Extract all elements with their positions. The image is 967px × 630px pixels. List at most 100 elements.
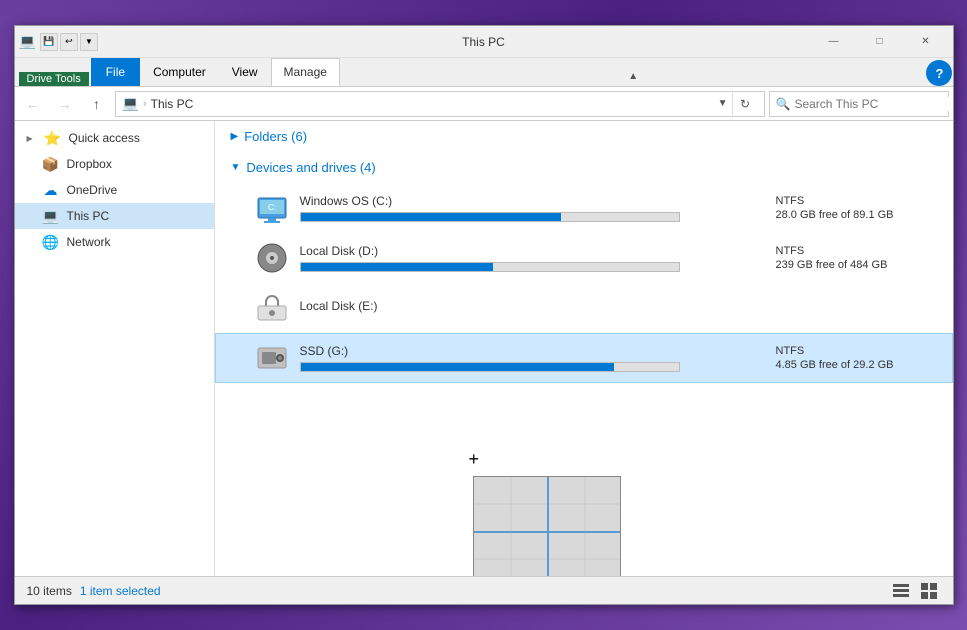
sidebar-label-network: Network: [67, 235, 111, 249]
refresh-button[interactable]: ↻: [732, 91, 758, 117]
sidebar-label-dropbox: Dropbox: [67, 157, 112, 171]
title-bar: 💻 💾 ↩ ▼ This PC — □ ✕: [15, 26, 953, 58]
search-input[interactable]: [794, 97, 949, 111]
drive-d-fs: NTFS: [776, 245, 936, 257]
ribbon-collapse-btn[interactable]: ▲: [623, 66, 643, 86]
expand-arrow-quick: ▶: [27, 134, 37, 143]
drive-g-name: SSD (G:): [300, 344, 764, 358]
dropdown-quick-btn[interactable]: ▼: [80, 33, 98, 51]
nav-bar: ← → ↑ 💻 › This PC ▼ ↻ 🔍: [15, 87, 953, 121]
up-button[interactable]: ↑: [83, 90, 111, 118]
drive-c-bar: [301, 213, 562, 221]
drive-g-icon: [256, 342, 288, 374]
onedrive-icon: ☁: [43, 182, 59, 198]
search-bar[interactable]: 🔍: [769, 91, 949, 117]
sidebar-label-this-pc: This PC: [67, 209, 110, 223]
address-bar[interactable]: 💻 › This PC ▼ ↻: [115, 91, 765, 117]
drive-c-info: Windows OS (C:): [300, 194, 764, 222]
sidebar-item-quick-access[interactable]: ▶ ⭐ Quick access: [15, 125, 214, 151]
cursor-plus-icon: +: [469, 449, 480, 470]
drive-d-bar: [301, 263, 494, 271]
drive-g-info: SSD (G:): [300, 344, 764, 372]
status-bar: 10 items 1 item selected: [15, 576, 953, 604]
sidebar-item-network[interactable]: 🌐 Network: [15, 229, 214, 255]
window-controls: — □ ✕: [811, 26, 949, 58]
sidebar-item-dropbox[interactable]: 📦 Dropbox: [15, 151, 214, 177]
drive-d-bar-container: [300, 262, 680, 272]
pixel-grid: (460 , 419) 217, 217, 217: [474, 477, 620, 576]
drive-local-e[interactable]: Local Disk (E:): [215, 283, 953, 333]
drive-d-meta: NTFS 239 GB free of 484 GB: [776, 245, 936, 271]
drive-c-fs: NTFS: [776, 195, 936, 207]
this-pc-icon: 💻: [43, 208, 59, 224]
tab-computer[interactable]: Computer: [140, 58, 219, 86]
drive-g-space: 4.85 GB free of 29.2 GB: [776, 359, 936, 371]
folders-arrow: ▶: [231, 131, 239, 142]
ribbon: Drive Tools File Computer View Manage ▲ …: [15, 58, 953, 87]
drive-d-info: Local Disk (D:): [300, 244, 764, 272]
view-details-btn[interactable]: [889, 579, 913, 603]
address-pc-icon: 💻: [122, 95, 139, 112]
folders-section-header[interactable]: ▶ Folders (6): [215, 121, 953, 152]
drive-c-bar-container: [300, 212, 680, 222]
status-selected: 1 item selected: [80, 584, 161, 598]
sidebar-label-onedrive: OneDrive: [67, 183, 118, 197]
status-view-icons: [889, 579, 941, 603]
drives-section-header[interactable]: ▼ Devices and drives (4): [215, 152, 953, 183]
large-icons-view-icon: [921, 583, 937, 599]
drive-g-meta: NTFS 4.85 GB free of 29.2 GB: [776, 345, 936, 371]
save-quick-btn[interactable]: 💾: [40, 33, 58, 51]
status-items-count: 10 items: [27, 584, 72, 598]
dropbox-icon: 📦: [43, 156, 59, 172]
quick-access-toolbar: 💾 ↩ ▼: [40, 33, 98, 51]
sidebar-item-onedrive[interactable]: ☁ OneDrive: [15, 177, 214, 203]
sidebar-label-quick-access: Quick access: [69, 131, 140, 145]
drive-e-info: Local Disk (E:): [300, 299, 764, 317]
address-separator: ›: [143, 98, 147, 110]
pixel-grid-svg: [474, 477, 621, 576]
minimize-button[interactable]: —: [811, 26, 857, 58]
pixel-preview-tooltip: (460 , 419) 217, 217, 217: [473, 476, 621, 576]
drive-d-icon: [256, 242, 288, 274]
drive-d-space: 239 GB free of 484 GB: [776, 259, 936, 271]
quick-access-icon: ⭐: [45, 130, 61, 146]
undo-quick-btn[interactable]: ↩: [60, 33, 78, 51]
back-button[interactable]: ←: [19, 90, 47, 118]
window-icon: 💻: [19, 33, 36, 50]
address-dropdown-btn[interactable]: ▼: [718, 98, 728, 109]
sidebar-item-this-pc[interactable]: 💻 This PC: [15, 203, 214, 229]
drive-tools-label: Drive Tools: [19, 72, 89, 86]
drive-d-name: Local Disk (D:): [300, 244, 764, 258]
sidebar: ▶ ⭐ Quick access 📦 Dropbox ☁ OneDrive 💻 …: [15, 121, 215, 576]
title-bar-left: 💻 💾 ↩ ▼: [19, 33, 811, 51]
maximize-button[interactable]: □: [857, 26, 903, 58]
tab-manage[interactable]: Manage: [271, 58, 340, 86]
view-large-icons-btn[interactable]: [917, 579, 941, 603]
help-button[interactable]: ?: [926, 60, 952, 86]
drive-g-fs: NTFS: [776, 345, 936, 357]
folders-section-title: Folders (6): [244, 129, 307, 144]
drive-local-d[interactable]: Local Disk (D:) NTFS 239 GB free of 484 …: [215, 233, 953, 283]
drive-g-bar-container: [300, 362, 680, 372]
drive-ssd-g[interactable]: SSD (G:) NTFS 4.85 GB free of 29.2 GB: [215, 333, 953, 383]
drive-c-meta: NTFS 28.0 GB free of 89.1 GB: [776, 195, 936, 221]
tab-view[interactable]: View: [219, 58, 271, 86]
content-panel: ▶ Folders (6) ▼ Devices and drives (4) C…: [215, 121, 953, 576]
drive-e-name: Local Disk (E:): [300, 299, 764, 313]
drive-c-icon: C:: [256, 192, 288, 224]
tab-file[interactable]: File: [91, 58, 140, 86]
network-icon: 🌐: [43, 234, 59, 250]
drive-tools-group: Drive Tools: [19, 72, 89, 86]
search-icon: 🔍: [776, 97, 791, 111]
window-title: This PC: [462, 35, 505, 49]
drive-g-bar: [301, 363, 615, 371]
drives-section-title: Devices and drives (4): [246, 160, 375, 175]
ribbon-tabs: Drive Tools File Computer View Manage ▲ …: [15, 58, 953, 86]
main-area: ▶ ⭐ Quick access 📦 Dropbox ☁ OneDrive 💻 …: [15, 121, 953, 576]
forward-button[interactable]: →: [51, 90, 79, 118]
drive-windows-c[interactable]: C: Windows OS (C:) NTFS 28.0 GB free of …: [215, 183, 953, 233]
close-button[interactable]: ✕: [903, 26, 949, 58]
drives-arrow: ▼: [231, 162, 241, 173]
drive-c-name: Windows OS (C:): [300, 194, 764, 208]
address-current: This PC: [151, 97, 194, 111]
